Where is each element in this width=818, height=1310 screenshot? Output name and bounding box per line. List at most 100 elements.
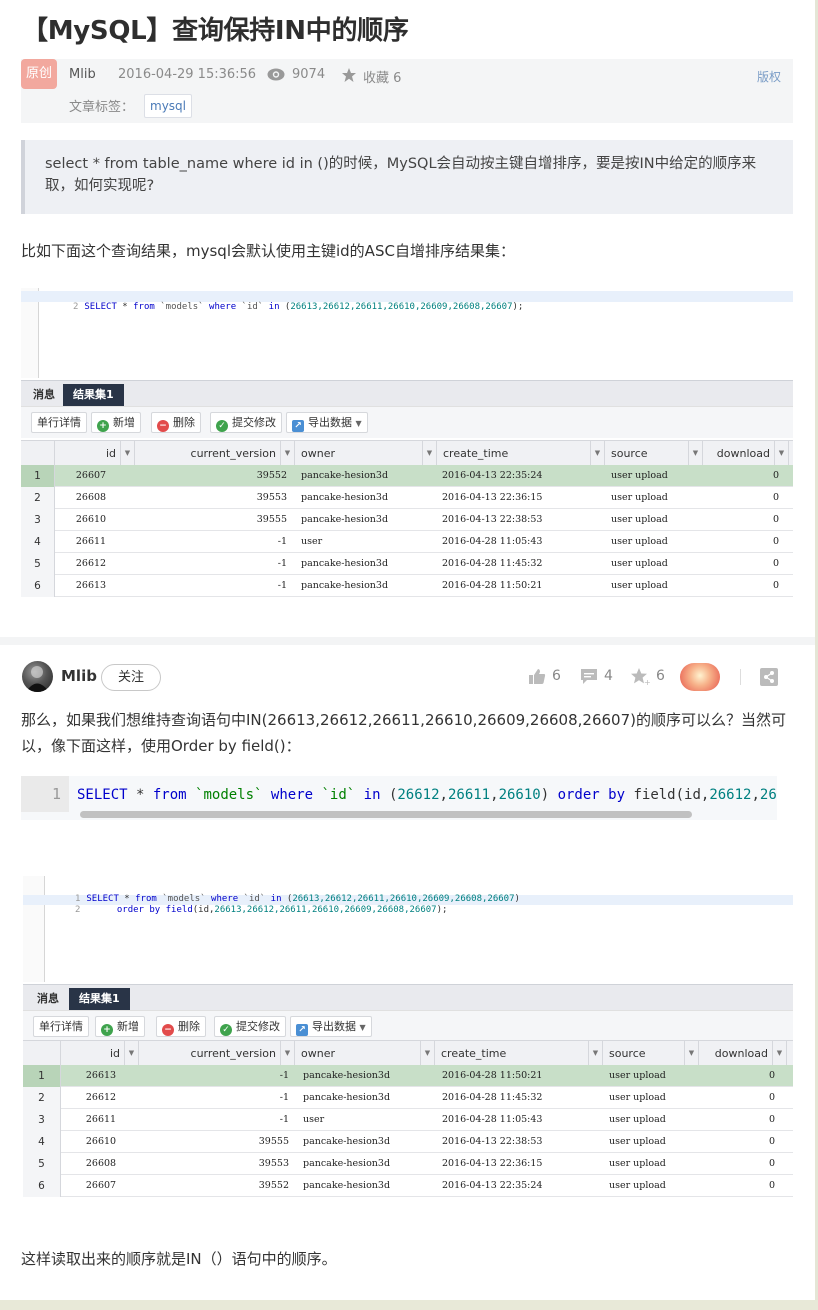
cell-owner[interactable]: pancake-hesion3d [301,487,431,509]
cell-owner[interactable]: pancake-hesion3d [303,1131,433,1153]
cell-source[interactable]: user upload [609,1131,699,1153]
cell-id[interactable]: 26611 [61,1109,141,1131]
col-header-download[interactable]: download ▼ [699,1041,787,1066]
table-row[interactable]: 2 26608 39553 pancake-hesion3d 2016-04-13 22… [21,487,793,509]
cell-current-version[interactable]: 39553 [139,1153,289,1175]
cell-owner[interactable]: pancake-hesion3d [301,553,431,575]
cell-id[interactable]: 26612 [61,1087,141,1109]
meta-author[interactable]: Mlib [69,67,96,82]
cell-download[interactable]: 0 [699,1087,775,1109]
cell-current-version[interactable]: -1 [135,531,287,553]
cell-download[interactable]: 0 [703,575,779,597]
cell-create-time[interactable]: 2016-04-13 22:35:24 [442,465,602,487]
cell-source[interactable]: user upload [609,1153,699,1175]
tab-resultset[interactable]: 结果集1 [69,988,130,1010]
col-header-id[interactable]: id ▼ [55,441,135,466]
col-header-current-version[interactable]: current_version ▼ [139,1041,295,1066]
export-button[interactable]: ↗ 导出数据 ▼ [286,412,368,433]
row-detail-button[interactable]: 单行详情 [33,1016,89,1037]
cell-id[interactable]: 26612 [55,553,127,575]
table-row[interactable]: 4 26610 39555 pancake-hesion3d 2016-04-13 22… [23,1131,793,1153]
follow-button[interactable]: 关注 [101,664,161,691]
cell-owner[interactable]: pancake-hesion3d [303,1153,433,1175]
cell-owner[interactable]: pancake-hesion3d [303,1087,433,1109]
table-row[interactable]: 6 26607 39552 pancake-hesion3d 2016-04-13 22… [23,1175,793,1197]
cell-current-version[interactable]: -1 [135,575,287,597]
cell-source[interactable]: user upload [609,1065,699,1087]
cell-current-version[interactable]: 39555 [139,1131,289,1153]
table-row[interactable]: 6 26613 -1 pancake-hesion3d 2016-04-28 11:50… [21,575,793,597]
cell-id[interactable]: 26607 [61,1175,141,1197]
cell-create-time[interactable]: 2016-04-13 22:36:15 [442,487,602,509]
table-row[interactable]: 5 26612 -1 pancake-hesion3d 2016-04-28 11:45… [21,553,793,575]
cell-id[interactable]: 26610 [55,509,127,531]
cell-current-version[interactable]: -1 [139,1109,289,1131]
table-row[interactable]: 2 26612 -1 pancake-hesion3d 2016-04-28 11:45… [23,1087,793,1109]
table-row[interactable]: 5 26608 39553 pancake-hesion3d 2016-04-13 22… [23,1153,793,1175]
col-header-id[interactable]: id ▼ [61,1041,139,1066]
export-button[interactable]: ↗ 导出数据 ▼ [290,1016,372,1037]
cell-current-version[interactable]: 39555 [135,509,287,531]
cell-download[interactable]: 0 [703,465,779,487]
cell-id[interactable]: 26608 [55,487,127,509]
cell-id[interactable]: 26613 [61,1065,141,1087]
cell-create-time[interactable]: 2016-04-28 11:50:21 [442,575,602,597]
add-button[interactable]: + 新增 [95,1016,145,1037]
cell-create-time[interactable]: 2016-04-28 11:05:43 [442,531,602,553]
comment-icon[interactable] [580,668,598,685]
cell-current-version[interactable]: 39553 [135,487,287,509]
cell-current-version[interactable]: 39552 [139,1175,289,1197]
cell-id[interactable]: 26607 [55,465,127,487]
col-header-current-version[interactable]: current_version ▼ [135,441,295,466]
commit-button[interactable]: ✓ 提交修改 [210,412,282,433]
cell-owner[interactable]: pancake-hesion3d [303,1065,433,1087]
delete-button[interactable]: − 删除 [156,1016,206,1037]
cell-id[interactable]: 26608 [61,1153,141,1175]
col-header-owner[interactable]: owner ▼ [295,441,437,466]
cell-download[interactable]: 0 [703,509,779,531]
cell-current-version[interactable]: -1 [135,553,287,575]
cell-create-time[interactable]: 2016-04-13 22:35:24 [442,1175,602,1197]
cell-owner[interactable]: pancake-hesion3d [301,509,431,531]
table-row[interactable]: 4 26611 -1 user 2016-04-28 11:05:43 user uplo… [21,531,793,553]
share-icon[interactable] [760,668,778,686]
cell-owner[interactable]: pancake-hesion3d [303,1175,433,1197]
table-row[interactable]: 3 26610 39555 pancake-hesion3d 2016-04-13 22… [21,509,793,531]
cell-source[interactable]: user upload [609,1175,699,1197]
table-row[interactable]: 1 26607 39552 pancake-hesion3d 2016-04-13 22… [21,465,793,487]
star-add-icon[interactable]: + [630,667,650,686]
cell-download[interactable]: 0 [699,1131,775,1153]
cell-create-time[interactable]: 2016-04-28 11:45:32 [442,553,602,575]
cell-source[interactable]: user upload [609,1109,699,1131]
cell-download[interactable]: 0 [699,1175,775,1197]
cell-create-time[interactable]: 2016-04-13 22:38:53 [442,509,602,531]
cell-source[interactable]: user upload [611,465,701,487]
col-header-source[interactable]: source ▼ [605,441,703,466]
author-name[interactable]: Mlib [61,667,97,685]
cell-owner[interactable]: pancake-hesion3d [301,465,431,487]
commit-button[interactable]: ✓ 提交修改 [214,1016,286,1037]
code-scrollbar[interactable] [80,811,692,818]
avatar[interactable] [22,661,53,692]
cell-create-time[interactable]: 2016-04-28 11:50:21 [442,1065,602,1087]
cell-source[interactable]: user upload [611,487,701,509]
reward-icon[interactable] [680,663,720,691]
copyright-link[interactable]: 版权 [757,68,781,85]
cell-download[interactable]: 0 [703,531,779,553]
delete-button[interactable]: − 删除 [151,412,201,433]
cell-owner[interactable]: pancake-hesion3d [301,575,431,597]
tab-messages[interactable]: 消息 [23,384,65,406]
col-header-create-time[interactable]: create_time ▼ [435,1041,603,1066]
cell-id[interactable]: 26613 [55,575,127,597]
cell-source[interactable]: user upload [609,1087,699,1109]
cell-owner[interactable]: user [301,531,431,553]
cell-download[interactable]: 0 [703,487,779,509]
cell-current-version[interactable]: -1 [139,1065,289,1087]
tag-mysql[interactable]: mysql [144,94,192,118]
cell-download[interactable]: 0 [699,1109,775,1131]
cell-download[interactable]: 0 [703,553,779,575]
col-header-owner[interactable]: owner ▼ [295,1041,435,1066]
col-header-create-time[interactable]: create_time ▼ [437,441,605,466]
cell-current-version[interactable]: -1 [139,1087,289,1109]
row-detail-button[interactable]: 单行详情 [31,412,87,433]
